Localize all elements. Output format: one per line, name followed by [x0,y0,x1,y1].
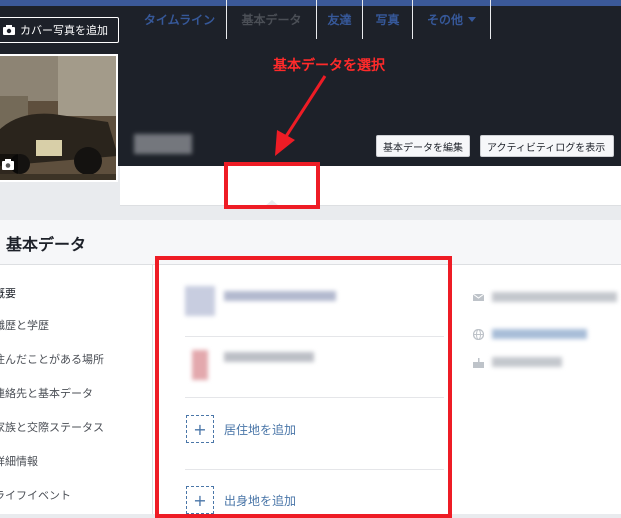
update-profile-picture-button[interactable] [0,154,18,174]
tab-about-label: 基本データ [241,13,302,27]
camera-icon [2,159,14,170]
sidebar-item-family-relationships[interactable]: 家族と交際ステータス [0,419,104,435]
profile-tab-bar [120,166,621,206]
highlight-box-about-tab [224,162,320,209]
birthday-cake-icon [473,358,484,368]
tab-photos[interactable]: 写真 [363,0,413,39]
profile-name-blurred [134,134,192,154]
tab-more[interactable]: その他 [413,0,491,39]
tab-about[interactable]: 基本データ [227,0,317,39]
edit-about-label: 基本データを編集 [383,142,463,154]
email-blurred [492,292,617,302]
tab-timeline[interactable]: タイムライン [133,0,227,39]
sidebar-item-overview[interactable]: 概要 [0,285,16,301]
tab-photos-label: 写真 [375,13,400,27]
sidebar-item-details[interactable]: 詳細情報 [0,453,38,469]
sidebar-divider [152,264,153,514]
camera-icon [3,25,15,35]
tab-more-label: その他 [426,13,463,27]
sidebar-item-places-lived[interactable]: 住んだことがある場所 [0,351,104,367]
sidebar-item-work-education[interactable]: 職歴と学歴 [0,317,49,333]
sidebar-item-life-events[interactable]: ライフイベント [0,487,71,503]
tab-timeline-label: タイムライン [143,13,216,27]
highlight-box-overview-content [155,256,452,518]
add-cover-photo-label: カバー写真を追加 [20,24,108,37]
edit-about-button[interactable]: 基本データを編集 [376,135,470,157]
website-blurred [492,329,587,339]
tab-friends[interactable]: 友達 [317,0,363,39]
email-icon [473,293,484,301]
add-cover-photo-button[interactable]: カバー写真を追加 [0,17,119,43]
view-activity-log-button[interactable]: アクティビティログを表示 [480,135,614,157]
tab-friends-label: 友達 [327,13,352,27]
globe-icon [473,329,484,340]
sidebar-item-contact-basic-info[interactable]: 連絡先と基本データ [0,385,93,401]
chevron-down-icon [468,17,476,22]
about-title: 基本データ [6,235,87,254]
view-activity-log-label: アクティビティログを表示 [487,142,606,154]
birthday-blurred [492,357,562,367]
annotation-arrow [275,75,327,156]
